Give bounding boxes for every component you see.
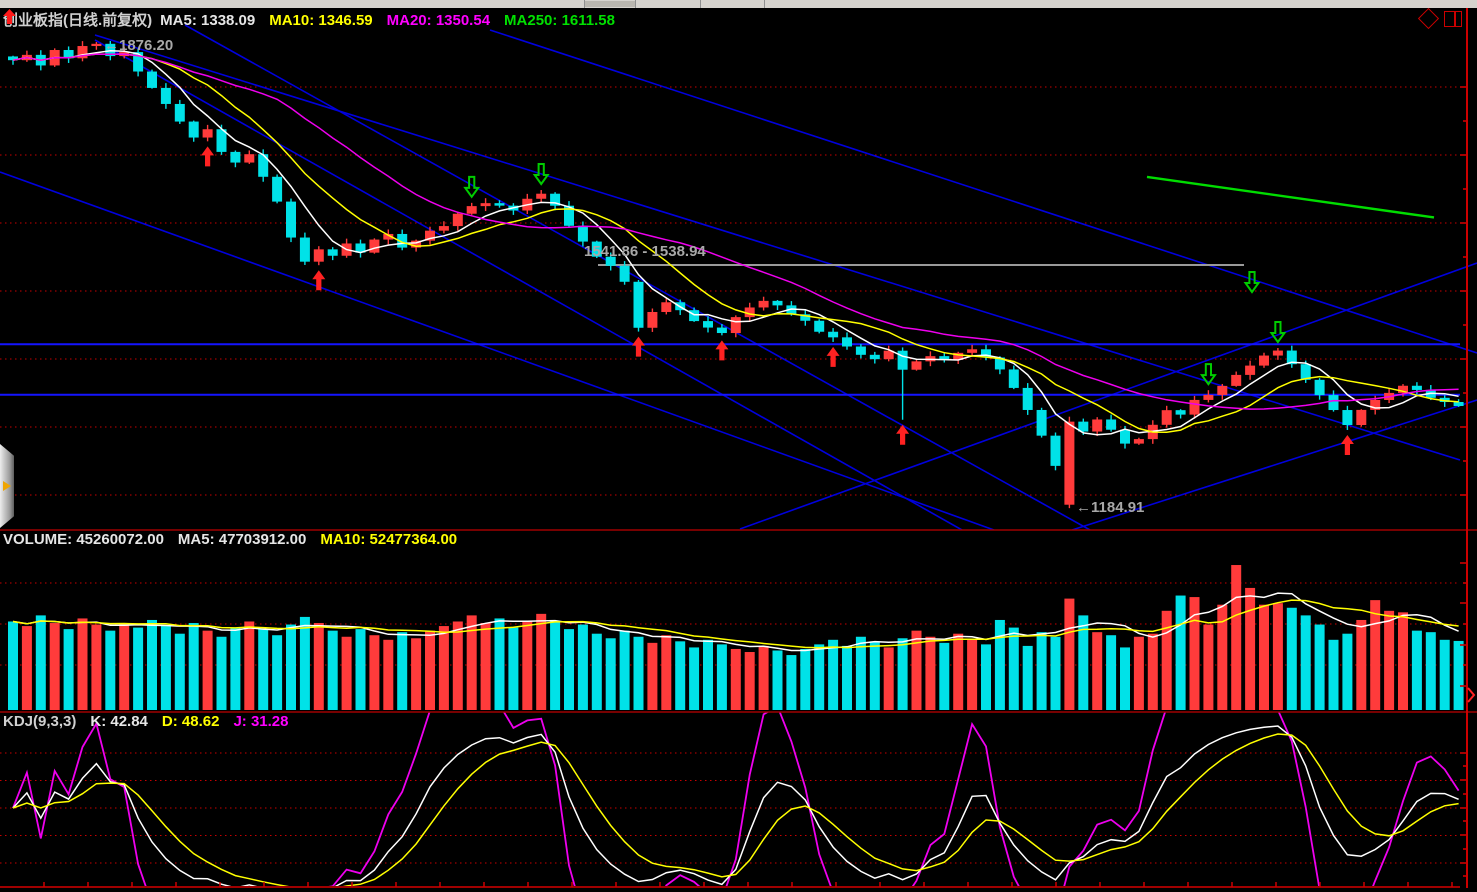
volume-panel[interactable] bbox=[0, 530, 1477, 712]
up-arrow-icon bbox=[3, 9, 16, 24]
sidebar-expand-handle[interactable] bbox=[0, 444, 14, 528]
high-price-label: ←1876.20 bbox=[104, 37, 173, 54]
split-window-icon-bar bbox=[1454, 12, 1456, 26]
sell-arrow-icon bbox=[465, 177, 478, 197]
volume-header: VOLUME: 45260072.00 MA5: 47703912.00 MA10:… bbox=[3, 531, 471, 548]
buy-arrow-icon bbox=[312, 270, 325, 290]
volume-readout: VOLUME: 45260072.00 bbox=[3, 531, 164, 548]
kdj-panel[interactable] bbox=[0, 712, 1477, 888]
toolbar-divider bbox=[635, 0, 636, 8]
kdj-header: KDJ(9,3,3) K: 42.84 D: 48.62 J: 31.28 bbox=[3, 713, 303, 730]
top-toolbar-strip[interactable] bbox=[0, 0, 1477, 8]
ma5-readout: MA5: 1338.09 bbox=[160, 12, 255, 29]
buy-arrow-icon bbox=[1341, 435, 1354, 455]
buy-arrow-icon bbox=[632, 337, 645, 357]
ma20-readout: MA20: 1350.54 bbox=[387, 12, 490, 29]
main-chart-panel[interactable] bbox=[0, 8, 1477, 530]
buy-arrow-icon bbox=[201, 146, 214, 166]
toolbar-divider bbox=[700, 0, 701, 8]
kdj-j-readout: J: 31.28 bbox=[233, 713, 288, 730]
buy-arrow-icon bbox=[827, 347, 840, 367]
ma250-readout: MA250: 1611.58 bbox=[504, 12, 615, 29]
toolbar-pressed-segment[interactable] bbox=[585, 1, 635, 7]
kdj-d-readout: D: 48.62 bbox=[162, 713, 220, 730]
main-chart-header: 创业板指(日线.前复权) MA5: 1338.09 MA10: 1346.59 MA2… bbox=[3, 9, 629, 30]
toolbar-divider bbox=[584, 0, 585, 8]
volume-ma10-readout: MA10: 52477364.00 bbox=[320, 531, 457, 548]
kdj-indicator-name: KDJ(9,3,3) bbox=[3, 713, 76, 730]
stock-chart-window: 创业板指(日线.前复权) MA5: 1338.09 MA10: 1346.59 MA2… bbox=[0, 0, 1477, 892]
split-window-icon[interactable] bbox=[1444, 11, 1462, 27]
instrument-title: 创业板指(日线.前复权) bbox=[3, 12, 152, 29]
sell-arrow-icon bbox=[1271, 322, 1284, 342]
expand-panel-arrow-icon bbox=[3, 481, 11, 491]
low-price-label: ←1184.91 bbox=[1076, 499, 1144, 516]
gap-range-label: 1541.86 - 1538.94 bbox=[584, 243, 706, 260]
volume-ma5-readout: MA5: 47703912.00 bbox=[178, 531, 306, 548]
ma10-readout: MA10: 1346.59 bbox=[269, 12, 372, 29]
sell-arrow-icon bbox=[1246, 272, 1259, 292]
kdj-k-readout: K: 42.84 bbox=[90, 713, 148, 730]
volume-bars bbox=[8, 565, 1464, 710]
toolbar-divider bbox=[764, 0, 765, 8]
